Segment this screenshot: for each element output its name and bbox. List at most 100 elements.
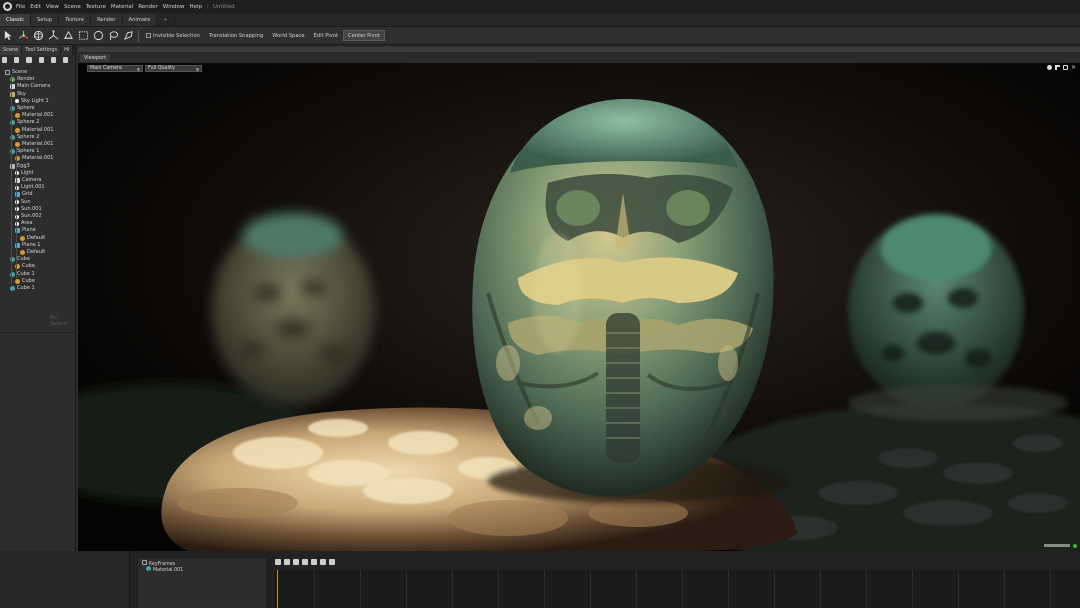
quality-dropdown[interactable]: Full Quality ▼ <box>145 65 202 72</box>
scene-tree-item[interactable]: Default <box>20 249 45 256</box>
timeline-tick <box>590 570 591 608</box>
scene-tree-item[interactable]: Light <box>15 170 33 177</box>
render-viewport[interactable] <box>78 63 1080 551</box>
scene-tree-item[interactable]: Sky <box>10 91 26 98</box>
scene-tree-item[interactable]: Sphere 1 <box>10 148 39 155</box>
rotate-gizmo-icon[interactable] <box>32 29 45 42</box>
scene-tree-item[interactable]: Main Camera <box>10 83 50 90</box>
delete-icon[interactable] <box>62 56 69 63</box>
move-gizmo-icon[interactable] <box>17 29 30 42</box>
chevron-down-icon: ▼ <box>136 67 140 72</box>
scene-tree-item[interactable]: Cube <box>15 263 35 270</box>
menu-view[interactable]: View <box>46 4 59 10</box>
wrench-icon[interactable] <box>311 559 317 565</box>
menu-scene[interactable]: Scene <box>64 4 81 10</box>
scene-tree-item[interactable]: Material.001 <box>15 112 53 119</box>
scene-tree-item[interactable]: Area <box>15 220 33 227</box>
timeline-tick <box>452 570 453 608</box>
tab-animate[interactable]: Animate <box>122 14 158 26</box>
track-material[interactable]: Material.001 <box>146 566 183 573</box>
scene-tree-item-label: Plane <box>22 227 36 234</box>
tab-viewport[interactable]: Viewport <box>80 54 111 62</box>
edit-pivot-button[interactable]: Edit Pivot <box>310 30 342 41</box>
checkbox-icon[interactable] <box>146 33 151 38</box>
tab-setup[interactable]: Setup <box>30 14 60 26</box>
scale-gizmo-icon[interactable] <box>47 29 60 42</box>
scene-tree-item[interactable]: Sky Light 1 <box>15 98 49 105</box>
menu-render[interactable]: Render <box>138 4 158 10</box>
scene-tree-item[interactable]: Grid <box>15 191 33 198</box>
camera-dropdown[interactable]: Main Camera ▼ <box>87 65 143 72</box>
toolbar-separator <box>138 29 139 42</box>
list-icon[interactable] <box>38 56 44 63</box>
tab-scene[interactable]: Scene <box>0 45 23 55</box>
menu-window[interactable]: Window <box>163 4 185 10</box>
scene-tree-item[interactable]: Cube <box>10 256 30 263</box>
scene-tree-item[interactable]: Sphere <box>10 105 35 112</box>
scene-tree-item[interactable]: Plane <box>15 227 36 234</box>
menu-edit[interactable]: Edit <box>30 4 41 10</box>
paint-select-icon[interactable] <box>122 29 135 42</box>
scene-tree-item[interactable]: Sun.001 <box>15 206 42 213</box>
playhead[interactable] <box>277 570 278 608</box>
scene-tree-item[interactable]: Cube 1 <box>10 285 35 292</box>
menu-file[interactable]: File <box>16 4 25 10</box>
maximize-icon[interactable] <box>1063 65 1068 70</box>
keyframe-remove-icon[interactable] <box>284 559 290 565</box>
camera-icon[interactable] <box>26 56 32 63</box>
scene-tree-item[interactable]: Sun <box>15 199 31 206</box>
scene-tree: Scene Render Main Camera Sky Sky Light 1 Sphe… <box>0 68 76 333</box>
layers-icon[interactable] <box>50 56 56 63</box>
scene-tree-item[interactable]: Material.001 <box>15 127 53 134</box>
close-icon[interactable]: × <box>1071 65 1076 71</box>
scene-tree-item[interactable]: Egg3 <box>10 163 30 170</box>
settings-icon[interactable] <box>329 559 335 565</box>
keyframe-prev-icon[interactable] <box>293 559 299 565</box>
keyframe-next-icon[interactable] <box>302 559 308 565</box>
menu-texture[interactable]: Texture <box>86 4 106 10</box>
scene-tree-item[interactable]: Cube 1 <box>10 271 35 278</box>
tab-tool-settings[interactable]: Tool Settings <box>22 45 62 55</box>
tab-render[interactable]: Render <box>91 14 123 26</box>
timeline-track[interactable] <box>274 570 1080 608</box>
add-tab-button[interactable]: + <box>157 14 175 26</box>
translation-snapping-button[interactable]: Translation Snapping <box>205 30 267 41</box>
gear-icon[interactable] <box>1047 65 1052 70</box>
scene-tree-item[interactable]: Cube <box>15 278 35 285</box>
center-pivot-button[interactable]: Center Pivot <box>343 30 385 41</box>
scene-tree-item[interactable]: Default <box>20 235 45 242</box>
scene-tree-item[interactable]: Sphere 2 <box>10 134 39 141</box>
select-arrow-icon[interactable] <box>2 29 15 42</box>
menu-help[interactable]: Help <box>189 4 202 10</box>
circle-select-icon[interactable] <box>92 29 105 42</box>
scene-tree-item[interactable]: Material.001 <box>15 141 53 148</box>
scene-tree-item[interactable]: Scene <box>5 69 27 76</box>
menu-material[interactable]: Material <box>111 4 133 10</box>
splitter-bar[interactable] <box>78 47 1080 52</box>
scene-tree-item[interactable]: Camera <box>15 177 42 184</box>
scene-tree-item[interactable]: Render <box>10 76 35 83</box>
invisible-selection-toggle[interactable]: Invisible Selection <box>142 30 204 41</box>
tab-texture[interactable]: Texture <box>59 14 92 26</box>
tab-hierarchy[interactable]: Hi <box>61 45 74 55</box>
mat-node-icon <box>15 113 20 119</box>
world-space-button[interactable]: World Space <box>268 30 308 41</box>
scene-tree-item[interactable]: Light.001 <box>15 184 45 191</box>
viewport-header: Viewport <box>78 54 1080 62</box>
scene-tree-item[interactable]: Sun.002 <box>15 213 42 220</box>
move-icon[interactable] <box>1055 65 1060 70</box>
lasso-icon[interactable] <box>107 29 120 42</box>
rect-select-icon[interactable] <box>77 29 90 42</box>
add-icon[interactable] <box>2 56 8 63</box>
scene-tree-item[interactable]: Sphere 2 <box>10 119 39 126</box>
timeline-tick <box>1004 570 1005 608</box>
scene-tree-item[interactable]: Material.001 <box>15 155 53 162</box>
keyframe-add-icon[interactable] <box>275 559 281 565</box>
trash-icon[interactable] <box>320 559 326 565</box>
scene-tree-item-label: Material.001 <box>22 126 54 133</box>
tab-classic[interactable]: Classic <box>0 14 31 26</box>
node-icon[interactable] <box>62 29 75 42</box>
scene-panel-icons <box>0 55 75 64</box>
scene-tree-item[interactable]: Plane 1 <box>15 242 40 249</box>
light-icon[interactable] <box>14 56 20 63</box>
